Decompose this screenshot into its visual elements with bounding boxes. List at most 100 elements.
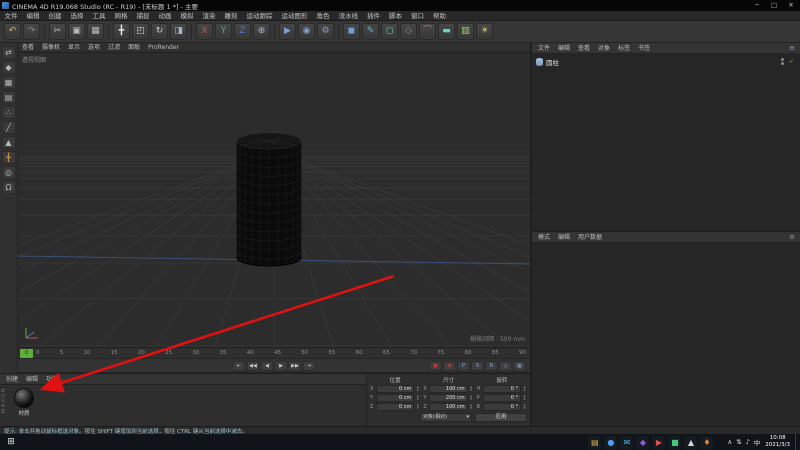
toolbar-add-spline-icon[interactable]: ✎ [362, 23, 379, 40]
minimize-button[interactable]: ─ [750, 0, 764, 11]
toolbar-coordinate-system-icon[interactable]: ⊕ [253, 23, 270, 40]
menubar-item-12[interactable]: 运动图形 [277, 11, 312, 21]
material-manager-tab-0[interactable]: 创建 [2, 374, 22, 385]
menubar-item-6[interactable]: 捕捉 [132, 11, 154, 21]
cylinder-object[interactable] [236, 132, 302, 267]
stepper-down-icon[interactable]: ▾ [415, 388, 420, 393]
object-manager-tab-2[interactable]: 查看 [574, 43, 594, 54]
viewport-menu-3[interactable]: 选项 [84, 43, 104, 53]
coordinate-value-field[interactable]: 200 cm [429, 394, 468, 402]
menubar-item-16[interactable]: 脚本 [385, 11, 407, 21]
menubar-item-7[interactable]: 动画 [154, 11, 176, 21]
apply-button[interactable]: 应用 [475, 413, 527, 422]
toolbar-lock-x-axis-icon[interactable]: X [196, 23, 213, 40]
current-frame-marker[interactable]: 0 [20, 349, 33, 358]
menubar-item-13[interactable]: 角色 [312, 11, 334, 21]
stepper-down-icon[interactable]: ▾ [469, 406, 474, 411]
stepper-down-icon[interactable]: ▾ [469, 397, 474, 402]
coordinate-value-field[interactable]: 0 cm [376, 403, 415, 411]
toolbar-scale-icon[interactable]: ◰ [132, 23, 149, 40]
value-stepper[interactable]: ▴ ▾ [522, 403, 527, 411]
object-manager-tab-4[interactable]: 标签 [614, 43, 634, 54]
value-stepper[interactable]: ▴ ▾ [415, 403, 420, 411]
transport-goto-end-button[interactable]: ⇥ [302, 361, 316, 371]
taskbar-app-8-icon[interactable]: ♦ [700, 435, 714, 449]
value-stepper[interactable]: ▴ ▾ [415, 394, 420, 402]
toolbar-copy-icon[interactable]: ▣ [68, 23, 85, 40]
attribute-manager-tab-1[interactable]: 编辑 [554, 232, 574, 243]
transport-next-frame-button[interactable]: ▶▶ [288, 361, 302, 371]
coord-mode-dropdown[interactable]: 对象(相对) ▾ [420, 413, 472, 422]
transport-play-button[interactable]: ▶ [274, 361, 288, 371]
stepper-down-icon[interactable]: ▾ [415, 406, 420, 411]
object-manager-list[interactable]: 圆柱 ✓ [532, 54, 800, 232]
toolbar-move-icon[interactable]: ╋ [113, 23, 130, 40]
toolbar-add-light-icon[interactable]: ☀ [476, 23, 493, 40]
stepper-down-icon[interactable]: ▾ [469, 388, 474, 393]
menubar-item-14[interactable]: 流水线 [334, 11, 363, 21]
toolbar-lock-z-axis-icon[interactable]: Z [234, 23, 251, 40]
tray-ime-language-icon[interactable]: 中 [754, 437, 761, 447]
viewport-3d[interactable]: 透视视图 栅格间隔 : 500 mm [0, 53, 800, 434]
object-manager-tab-5[interactable]: 书签 [634, 43, 654, 54]
toolbar-undo-icon[interactable]: ↶ [4, 23, 21, 40]
toolbar-rotate-icon[interactable]: ↻ [151, 23, 168, 40]
palette-enable-snap-icon[interactable]: Ω [1, 181, 16, 194]
object-manager-tab-1[interactable]: 编辑 [554, 43, 574, 54]
toolbar-add-deformer-icon[interactable]: ⌒ [419, 23, 436, 40]
attribute-manager-tab-2[interactable]: 用户数据 [574, 232, 606, 243]
stepper-down-icon[interactable]: ▾ [415, 397, 420, 402]
menubar-item-9[interactable]: 渲染 [198, 11, 220, 21]
object-manager-tab-0[interactable]: 文件 [534, 43, 554, 54]
palette-texture-mode-icon[interactable]: ▦ [1, 76, 16, 89]
attribute-manager-tab-0[interactable]: 模式 [534, 232, 554, 243]
toolbar-lock-y-axis-icon[interactable]: Y [215, 23, 232, 40]
coordinate-value-field[interactable]: 0 cm [376, 385, 415, 393]
menubar-item-3[interactable]: 选择 [66, 11, 88, 21]
stepper-down-icon[interactable]: ▾ [522, 388, 527, 393]
toolbar-render-settings-icon[interactable]: ⚙ [317, 23, 334, 40]
value-stepper[interactable]: ▴ ▾ [469, 394, 474, 402]
toolbar-last-tool-icon[interactable]: ◨ [170, 23, 187, 40]
visibility-toggles[interactable] [780, 58, 784, 65]
toolbar-add-array-icon[interactable]: ◇ [400, 23, 417, 40]
menubar-item-10[interactable]: 雕刻 [220, 11, 242, 21]
menubar-item-1[interactable]: 编辑 [22, 11, 44, 21]
value-stepper[interactable]: ▴ ▾ [415, 385, 420, 393]
palette-points-mode-icon[interactable]: ∴ [1, 106, 16, 119]
menubar-item-8[interactable]: 模拟 [176, 11, 198, 21]
toolbar-paste-icon[interactable]: ▦ [87, 23, 104, 40]
material-preview-sphere[interactable] [14, 388, 34, 408]
menubar-item-2[interactable]: 创建 [44, 11, 66, 21]
viewport-menu-0[interactable]: 查看 [18, 43, 38, 53]
toolbar-render-view-icon[interactable]: ▶ [279, 23, 296, 40]
tray-network-icon[interactable]: ⇅ [736, 438, 741, 446]
menubar-item-15[interactable]: 插件 [363, 11, 385, 21]
object-manager-tab-3[interactable]: 对象 [594, 43, 614, 54]
toolbar-redo-icon[interactable]: ↷ [23, 23, 40, 40]
coordinate-value-field[interactable]: 0 ° [482, 394, 521, 402]
stepper-down-icon[interactable]: ▾ [522, 406, 527, 411]
transport-record-pla-button[interactable]: ▦ [513, 361, 526, 371]
coordinate-value-field[interactable]: 100 cm [429, 403, 468, 411]
tray-volume-icon[interactable]: ♪ [746, 438, 750, 446]
transport-record-keyframe-button[interactable]: ● [429, 361, 442, 371]
palette-enable-axis-icon[interactable]: ╋ [1, 151, 16, 164]
tray-chevron-up-icon[interactable]: ∧ [727, 438, 732, 446]
material-name[interactable]: 材质 [18, 409, 29, 417]
material-manager-tab-2[interactable]: 功能 [42, 374, 62, 385]
notification-edge-button[interactable] [795, 434, 800, 450]
toolbar-add-floor-icon[interactable]: ▬ [438, 23, 455, 40]
value-stepper[interactable]: ▴ ▾ [522, 385, 527, 393]
toolbar-add-cube-icon[interactable]: ◼ [343, 23, 360, 40]
menubar-item-0[interactable]: 文件 [0, 11, 22, 21]
transport-autokey-button[interactable]: ◉ [443, 361, 456, 371]
palette-model-mode-icon[interactable]: ◆ [1, 61, 16, 74]
taskbar-clock[interactable]: 10:08 2021/3/3 [765, 435, 790, 449]
palette-workplane-mode-icon[interactable]: ▤ [1, 91, 16, 104]
taskbar-mail-icon[interactable]: ✉ [620, 435, 634, 449]
toolbar-add-camera-icon[interactable]: ▥ [457, 23, 474, 40]
coordinate-value-field[interactable]: 100 cm [429, 385, 468, 393]
viewport-menu-2[interactable]: 显示 [64, 43, 84, 53]
close-button[interactable]: ✕ [784, 0, 798, 11]
